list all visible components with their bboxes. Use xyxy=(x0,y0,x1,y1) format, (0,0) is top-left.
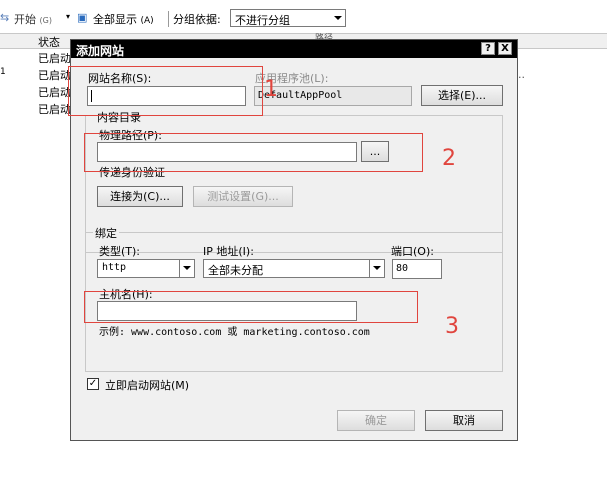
show-all-shortcut: (A) xyxy=(140,16,154,26)
group-by-label: 分组依据: xyxy=(173,13,221,26)
binding-label: 绑定 xyxy=(93,225,119,241)
start-now-label[interactable]: 立即启动网站(M) xyxy=(105,377,189,393)
type-label: 类型(T): xyxy=(99,245,141,258)
show-all-icon: ▣ xyxy=(77,11,88,24)
group-by-select[interactable]: 不进行分组 xyxy=(230,9,346,27)
annotation-number-2: 2 xyxy=(442,146,456,171)
group-by-value: 不进行分组 xyxy=(235,14,290,27)
cancel-button[interactable]: 取消 xyxy=(425,410,503,431)
row-id: 1 xyxy=(0,67,6,77)
help-button[interactable]: ? xyxy=(481,42,495,55)
start-dropdown-icon[interactable]: ▾ xyxy=(66,12,70,21)
dialog-title: 添加网站 xyxy=(76,44,125,58)
show-all-button[interactable]: 全部显示 (A) xyxy=(93,11,154,27)
close-icon: X xyxy=(501,43,509,54)
start-label: 开始 xyxy=(14,13,36,26)
test-settings-button: 测试设置(G)... xyxy=(193,186,293,207)
start-shortcut: (G) xyxy=(39,16,52,25)
ok-button: 确定 xyxy=(337,410,415,431)
type-value: http xyxy=(102,262,127,273)
annotation-number-1: 1 xyxy=(264,77,278,102)
chevron-down-icon[interactable] xyxy=(179,260,194,277)
hostname-example: 示例: www.contoso.com 或 marketing.contoso.… xyxy=(99,327,370,338)
connect-as-button[interactable]: 连接为(C)... xyxy=(97,186,183,207)
start-icon[interactable]: ⇆ xyxy=(0,11,9,24)
close-button[interactable]: X xyxy=(498,42,512,55)
start-now-checkbox[interactable]: ✓ xyxy=(87,378,99,390)
annotation-box-3 xyxy=(84,291,418,323)
ip-address-value: 全部未分配 xyxy=(208,264,263,277)
type-select[interactable]: http xyxy=(97,259,195,278)
toolbar: ⇆ 开始 (G) ▾ ▣ 全部显示 (A) 分组依据: 不进行分组 xyxy=(0,8,607,30)
port-input[interactable]: 80 xyxy=(392,259,442,279)
chevron-down-icon[interactable] xyxy=(331,10,345,26)
port-value: 80 xyxy=(396,263,409,274)
title-bar: 添加网站 ? X xyxy=(71,40,517,58)
select-app-pool-button[interactable]: 选择(E)... xyxy=(421,85,503,106)
checkmark-icon: ✓ xyxy=(88,378,98,389)
status-column-header[interactable]: 状态 xyxy=(38,34,60,50)
annotation-box-1 xyxy=(68,66,263,116)
ip-address-select[interactable]: 全部未分配 xyxy=(203,259,385,278)
ip-address-label: IP 地址(I): xyxy=(203,245,254,258)
show-all-label: 全部显示 xyxy=(93,13,137,26)
annotation-box-2 xyxy=(84,133,423,172)
port-label: 端口(O): xyxy=(391,245,434,258)
chevron-down-icon[interactable] xyxy=(369,260,384,277)
help-icon: ? xyxy=(485,43,491,54)
truncated-text: .. xyxy=(518,68,525,81)
toolbar-separator xyxy=(168,11,169,27)
annotation-number-3: 3 xyxy=(445,314,459,339)
start-button[interactable]: 开始 (G) xyxy=(14,11,52,27)
status-cell: 已启动 xyxy=(38,52,71,65)
